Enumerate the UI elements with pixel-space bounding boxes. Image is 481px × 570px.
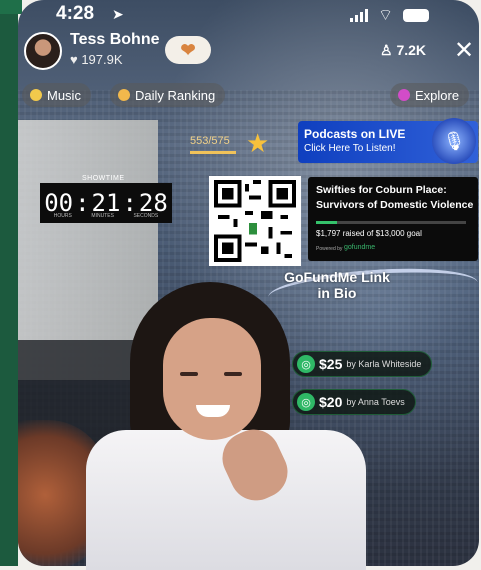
timer-unit-hours: HOURS xyxy=(53,213,72,219)
goal-counter: 553/575 xyxy=(190,135,230,147)
streamer-likes: ♥ 197.9K xyxy=(70,52,123,67)
donation-item: ◎ $20 by Anna Toevs xyxy=(292,389,416,415)
fundraiser-raised: $1,797 raised of $13,000 goal xyxy=(316,229,422,238)
donation-amount: $25 xyxy=(319,356,343,372)
avatar[interactable] xyxy=(24,32,62,70)
viewer-count[interactable]: ♙ 7.2K xyxy=(380,42,426,59)
qr-code xyxy=(209,176,301,266)
explore-icon xyxy=(398,89,410,101)
pill-explore-label: Explore xyxy=(415,87,460,103)
streamer-eye-left xyxy=(180,372,198,376)
pill-daily-ranking[interactable]: Daily Ranking xyxy=(110,83,226,107)
timer-units: HOURS MINUTES SECONDS xyxy=(44,213,168,219)
wifi-icon: ⌔ xyxy=(378,7,394,24)
timer-label: SHOWTIME xyxy=(82,175,125,182)
fundraiser-progress-fill xyxy=(316,221,337,224)
streamer-eye-right xyxy=(224,372,242,376)
star-icon[interactable]: ★ xyxy=(246,128,269,159)
ranking-icon xyxy=(118,89,130,101)
donation-donor: by Anna Toevs xyxy=(346,397,405,407)
status-icons: ⌔ xyxy=(350,5,430,25)
heart-gift-icon: ❤ xyxy=(180,39,196,60)
fundraiser-powered: Powered by xyxy=(316,246,343,252)
fundraiser-title: Swifties for Coburn Place: Survivors of … xyxy=(316,184,474,211)
signal-icon xyxy=(350,8,368,22)
follow-button[interactable]: ❤ xyxy=(165,36,211,64)
goal-progress-bar xyxy=(190,151,236,154)
timer-unit-seconds: SECONDS xyxy=(133,213,159,219)
music-icon xyxy=(30,89,42,101)
left-edge-tab xyxy=(0,0,22,14)
podcast-title: Podcasts on LIVE xyxy=(304,127,406,141)
qr-code-image xyxy=(214,180,296,262)
timer-unit-minutes: MINUTES xyxy=(91,213,114,219)
fundraiser-progress xyxy=(316,221,466,224)
donation-item: ◎ $25 by Karla Whiteside xyxy=(292,351,433,377)
streamer-face xyxy=(163,318,261,440)
fundraiser-link-text: GoFundMe Link in Bio xyxy=(284,269,390,301)
streamer-name[interactable]: Tess Bohne xyxy=(70,31,160,49)
status-time: 4:28 xyxy=(56,3,95,24)
pill-music-label: Music xyxy=(47,87,81,103)
pill-explore[interactable]: Explore xyxy=(390,83,470,107)
donation-donor: by Karla Whiteside xyxy=(346,359,422,369)
pill-music[interactable]: Music xyxy=(22,83,91,107)
donation-icon: ◎ xyxy=(297,355,315,373)
location-arrow-icon: ➤ xyxy=(112,6,124,22)
gofundme-logo: gofundme xyxy=(344,244,376,251)
podcast-subtitle: Click Here To Listen! xyxy=(304,143,396,154)
donation-icon: ◎ xyxy=(297,393,315,411)
viewer-count-value: 7.2K xyxy=(396,42,427,58)
close-icon[interactable]: ✕ xyxy=(454,36,474,65)
donation-amount: $20 xyxy=(319,394,343,410)
battery-icon xyxy=(403,8,430,22)
person-icon: ♙ xyxy=(380,42,397,58)
fundraiser-card[interactable]: Swifties for Coburn Place: Survivors of … xyxy=(308,177,478,261)
microphone-icon[interactable]: 🎙 xyxy=(432,118,476,164)
pill-daily-ranking-label: Daily Ranking xyxy=(135,87,216,103)
left-edge-strip xyxy=(0,0,18,566)
